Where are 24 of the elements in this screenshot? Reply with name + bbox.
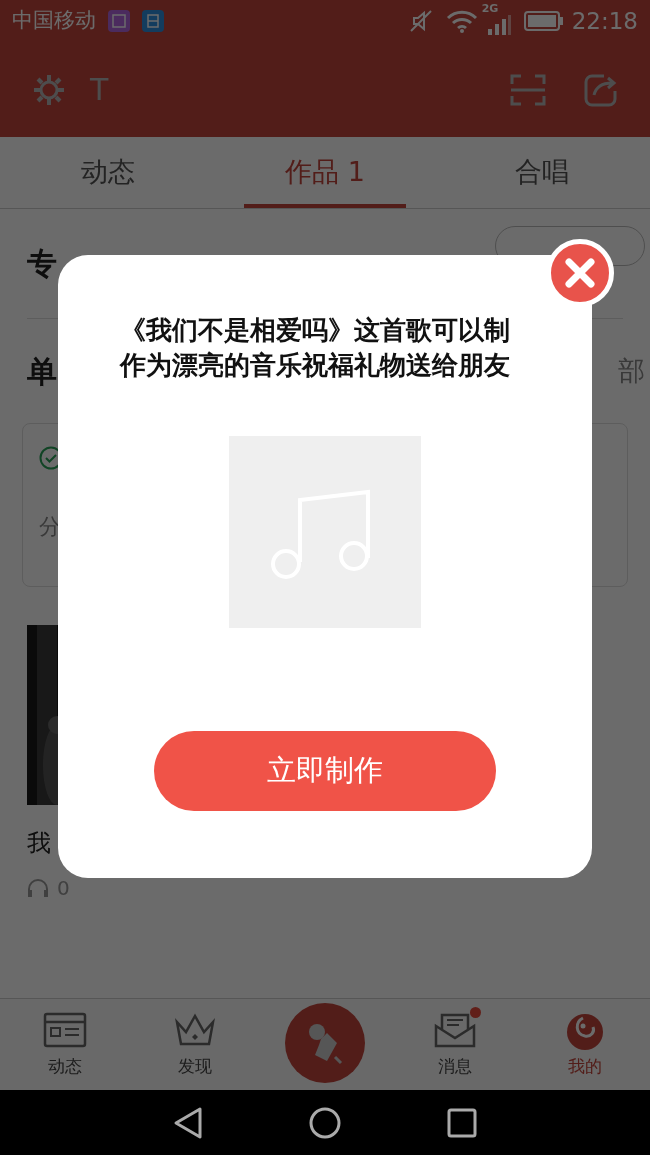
recent-apps-icon[interactable] [447,1107,477,1138]
make-now-button[interactable]: 立即制作 [154,731,496,811]
close-icon [565,258,595,288]
section-title: 专 [27,245,57,283]
home-icon[interactable] [308,1105,342,1140]
carrier-name: 中国移动 [12,7,96,35]
nav-tab[interactable]: 发现 [173,1009,217,1080]
tab[interactable]: 合唱 [433,137,650,208]
headphones-icon [27,878,49,898]
song-title: 我 [27,828,52,859]
nav-tab[interactable]: 动态 [43,1009,87,1080]
dialog-message: 《我们不是相爱吗》这首歌可以制作为漂亮的音乐祝福礼物送给朋友 [120,314,511,382]
clock-time: 22:18 [571,6,638,36]
battery-icon [523,11,564,31]
wifi-icon [445,9,478,33]
network-type: 2G [481,3,499,14]
gallery-app-icon [108,10,130,32]
tab[interactable]: 动态 [0,137,217,208]
nav-tab[interactable]: 消息 [433,1009,477,1080]
tab[interactable]: 作品 1 [216,137,434,208]
back-icon[interactable] [173,1105,203,1140]
app-notification-icon [142,10,164,32]
nav-tab[interactable]: 我的 [563,1009,607,1080]
section-title: 单 [27,352,57,391]
